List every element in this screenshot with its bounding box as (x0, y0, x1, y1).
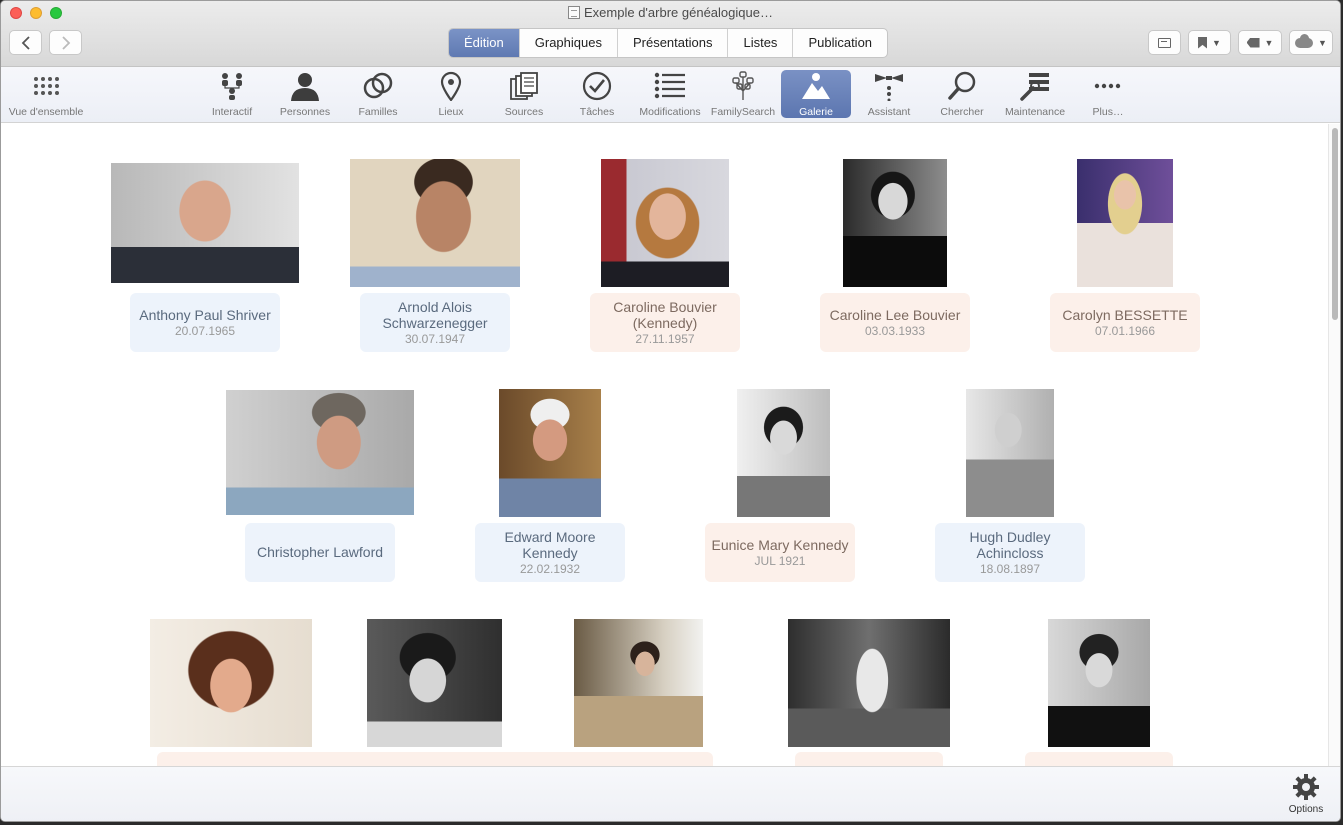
toolbar-familysearch[interactable]: FamilySearch (708, 70, 778, 118)
person-card[interactable]: Caroline Lee Bouvier 03.03.1933 (820, 293, 970, 352)
toolbar-personnes[interactable]: Personnes (270, 70, 340, 118)
mode-tab-presentations[interactable]: Présentations (618, 29, 729, 57)
person-card[interactable]: Anthony Paul Shriver 20.07.1965 (130, 293, 280, 352)
toolbar-chercher[interactable]: Chercher (927, 70, 997, 118)
person-card[interactable]: Christopher Lawford (245, 523, 395, 582)
person-card[interactable] (157, 752, 713, 766)
cloud-sync-button[interactable]: ▼ (1289, 30, 1333, 55)
main-toolbar: Vue d'ensemble Interactif Personnes Fami… (1, 67, 1340, 123)
list-icon (654, 72, 685, 99)
person-photo[interactable] (737, 389, 830, 517)
toolbar-interactif[interactable]: Interactif (197, 70, 267, 118)
toolbar-maintenance[interactable]: Maintenance (1000, 70, 1070, 118)
toolbar-assistant[interactable]: Assistant (854, 70, 924, 118)
person-card[interactable]: Hugh Dudley Achincloss 18.08.1897 (935, 523, 1085, 582)
chevron-down-icon: ▼ (1264, 37, 1274, 48)
person-photo[interactable] (367, 619, 502, 747)
maintenance-icon (1020, 73, 1049, 101)
title-bar: Exemple d'arbre généalogique… Édition Gr… (1, 1, 1340, 67)
person-photo[interactable] (843, 159, 947, 287)
app-window: Exemple d'arbre généalogique… Édition Gr… (0, 0, 1341, 822)
chevron-right-icon (61, 35, 70, 50)
toolbar-taches[interactable]: Tâches (562, 70, 632, 118)
chevron-left-icon (21, 35, 30, 50)
gallery-view: Anthony Paul Shriver 20.07.1965 Arnold A… (1, 124, 1330, 766)
person-card[interactable]: Edward Moore Kennedy 22.02.1932 (475, 523, 625, 582)
person-photo[interactable] (150, 619, 312, 747)
toolbar-overview[interactable]: Vue d'ensemble (6, 70, 86, 118)
document-icon (568, 6, 581, 19)
person-photo[interactable] (1077, 159, 1173, 287)
sources-icon (510, 72, 538, 100)
mode-tab-listes[interactable]: Listes (728, 29, 794, 57)
interactive-tree-icon (222, 73, 242, 100)
bookmarks-button[interactable]: ▼ (1188, 30, 1231, 55)
cloud-icon (1295, 33, 1314, 48)
person-icon (291, 73, 319, 101)
person-card[interactable]: Eunice Mary Kennedy JUL 1921 (705, 523, 855, 582)
person-card[interactable]: Carolyn BESSETTE 07.01.1966 (1050, 293, 1200, 352)
toolbar-modifications[interactable]: Modifications (635, 70, 705, 118)
sidebar-icon (1158, 37, 1171, 48)
bottom-bar: Options (1, 766, 1340, 821)
person-card[interactable]: Arnold Alois Schwarzenegger 30.07.1947 (360, 293, 510, 352)
chevron-down-icon: ▼ (1318, 37, 1327, 48)
vertical-scrollbar[interactable] (1328, 124, 1340, 766)
bookmark-icon (1198, 36, 1208, 49)
tag-icon (1246, 37, 1260, 48)
location-pin-icon (440, 71, 462, 101)
window-title: Exemple d'arbre généalogique… (1, 5, 1340, 20)
options-button[interactable]: Options (1284, 773, 1328, 815)
rings-icon (363, 72, 393, 99)
person-photo[interactable] (499, 389, 601, 517)
forward-button[interactable] (49, 30, 82, 55)
labels-button[interactable]: ▼ (1238, 30, 1282, 55)
mode-tab-graphiques[interactable]: Graphiques (520, 29, 618, 57)
back-button[interactable] (9, 30, 42, 55)
toolbar-lieux[interactable]: Lieux (416, 70, 486, 118)
person-photo[interactable] (788, 619, 950, 747)
person-photo[interactable] (601, 159, 729, 287)
person-card[interactable]: Caroline Bouvier (Kennedy) 27.11.1957 (590, 293, 740, 352)
person-photo[interactable] (111, 163, 299, 283)
mode-switcher: Édition Graphiques Présentations Listes … (448, 28, 889, 58)
checkmark-icon (582, 71, 612, 101)
person-photo[interactable] (966, 389, 1054, 517)
more-dots-icon (1094, 83, 1121, 89)
magnifier-icon (948, 71, 976, 100)
sidebar-toggle-button[interactable] (1148, 30, 1181, 55)
person-card[interactable] (1025, 752, 1173, 766)
mode-tab-edition[interactable]: Édition (449, 29, 520, 57)
person-photo[interactable] (350, 159, 520, 287)
toolbar-familles[interactable]: Familles (343, 70, 413, 118)
mode-tab-publication[interactable]: Publication (793, 29, 887, 57)
person-photo[interactable] (574, 619, 703, 747)
grid-dots-icon (34, 77, 59, 95)
scrollbar-thumb[interactable] (1332, 128, 1338, 320)
person-card[interactable] (795, 752, 943, 766)
toolbar-sources[interactable]: Sources (489, 70, 559, 118)
toolbar-galerie[interactable]: Galerie (781, 70, 851, 118)
assistant-bowtie-icon (875, 74, 903, 101)
gallery-icon (802, 73, 830, 99)
gear-icon (1293, 774, 1319, 800)
person-photo[interactable] (1048, 619, 1150, 747)
chevron-down-icon: ▼ (1212, 37, 1221, 48)
familysearch-tree-icon (732, 71, 754, 100)
person-photo[interactable] (226, 390, 414, 515)
toolbar-plus[interactable]: Plus… (1073, 70, 1143, 118)
